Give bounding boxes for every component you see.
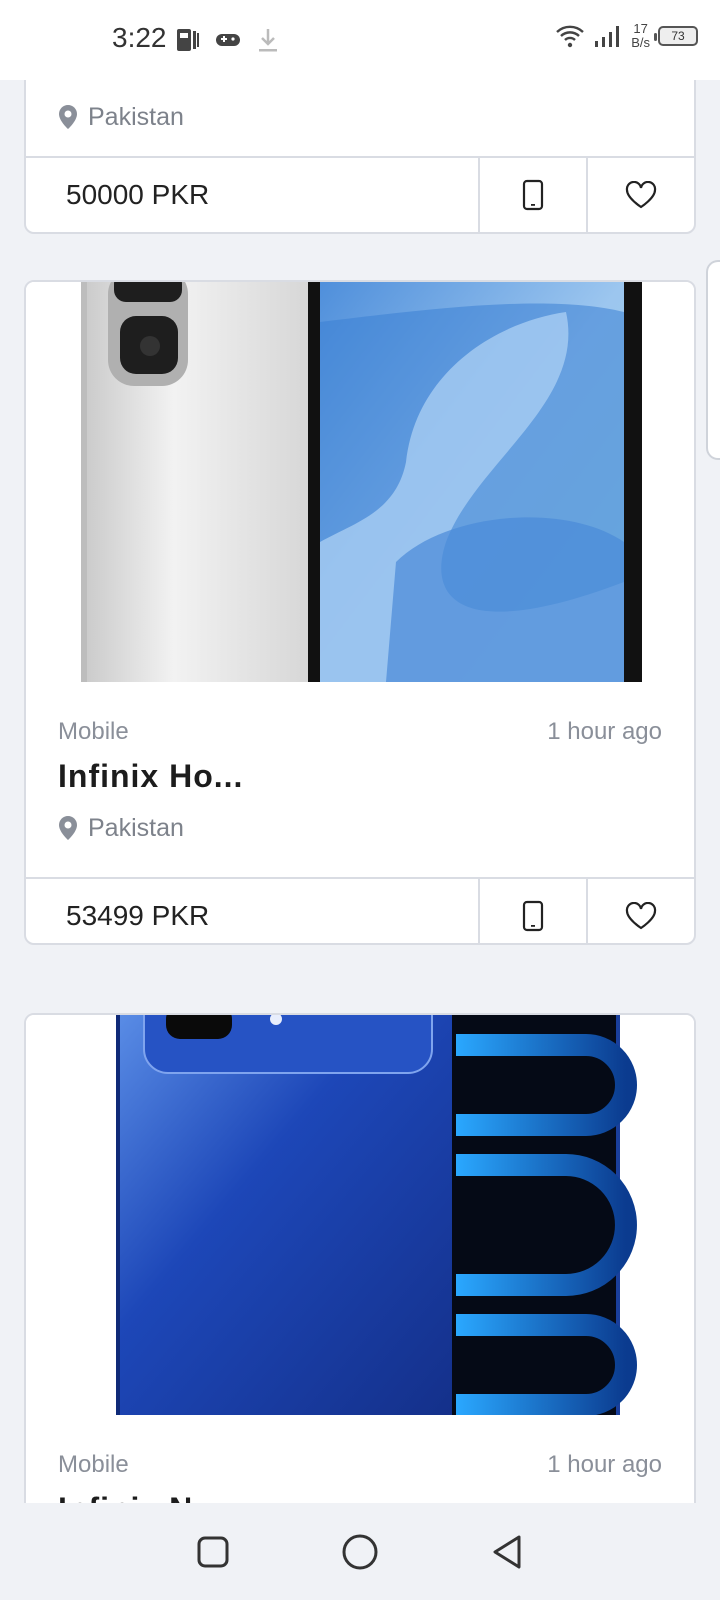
phone-product-image: [116, 1015, 637, 1415]
card-title[interactable]: Infinix Ho...: [26, 758, 694, 795]
status-notification-icons: [174, 26, 280, 54]
heart-icon: [625, 902, 657, 930]
card-location-text: Pakistan: [88, 102, 184, 131]
phone-product-image: [81, 282, 642, 682]
status-time: 3:22: [112, 22, 167, 53]
card-location-text: Pakistan: [88, 813, 184, 842]
listing-feed[interactable]: Pakistan 50000 PKR Mobile 1 hour ago Inf…: [0, 80, 720, 1503]
listing-image[interactable]: [26, 1015, 694, 1415]
status-bar: 3:22 17 B/s 73: [0, 0, 720, 80]
phone-icon: [522, 179, 544, 211]
card-action-bar: 53499 PKR: [26, 877, 694, 943]
card-meta: Mobile 1 hour ago: [26, 1451, 694, 1479]
favorite-button[interactable]: [586, 158, 694, 232]
card-category: Mobile: [58, 718, 129, 745]
heart-icon: [625, 181, 657, 209]
phone-icon: [522, 900, 544, 932]
network-speed: 17 B/s: [631, 22, 650, 50]
card-meta: Mobile 1 hour ago: [26, 718, 694, 746]
card-price: 53499 PKR: [66, 900, 210, 931]
card-time-ago: 1 hour ago: [547, 718, 662, 745]
system-navigation-bar: [0, 1503, 720, 1600]
status-system-icons: 17 B/s 73: [555, 22, 698, 50]
favorite-button[interactable]: [586, 879, 694, 943]
location-pin-icon: [59, 105, 77, 129]
listing-image[interactable]: [26, 282, 694, 682]
side-drawer-handle[interactable]: [706, 260, 720, 460]
recent-apps-icon[interactable]: [195, 1534, 231, 1570]
signal-icon: [595, 26, 620, 47]
card-location: Pakistan: [26, 90, 694, 144]
back-icon[interactable]: [489, 1533, 525, 1571]
card-location: Pakistan: [26, 811, 694, 845]
call-button[interactable]: [478, 879, 586, 943]
download-icon: [259, 29, 277, 52]
home-icon[interactable]: [340, 1532, 380, 1572]
card-time-ago: 1 hour ago: [547, 1451, 662, 1478]
network-speed-unit: B/s: [631, 35, 650, 50]
network-speed-value: 17: [633, 21, 648, 36]
battery-level: 73: [671, 29, 685, 43]
wifi-icon: [556, 25, 585, 48]
location-pin-icon: [59, 816, 77, 840]
battery-icon: 73: [654, 26, 698, 46]
card-title[interactable]: Infinix N...: [26, 1491, 694, 1503]
gamepad-icon: [216, 34, 240, 46]
listing-card[interactable]: Mobile 1 hour ago Infinix N...: [24, 1013, 696, 1503]
call-button[interactable]: [478, 158, 586, 232]
listing-card[interactable]: Pakistan 50000 PKR: [24, 80, 696, 234]
card-category: Mobile: [58, 1451, 129, 1478]
sim-icon: [177, 29, 199, 51]
card-price: 50000 PKR: [66, 179, 210, 210]
listing-card[interactable]: Mobile 1 hour ago Infinix Ho... Pakistan…: [24, 280, 696, 945]
card-action-bar: 50000 PKR: [26, 156, 694, 232]
